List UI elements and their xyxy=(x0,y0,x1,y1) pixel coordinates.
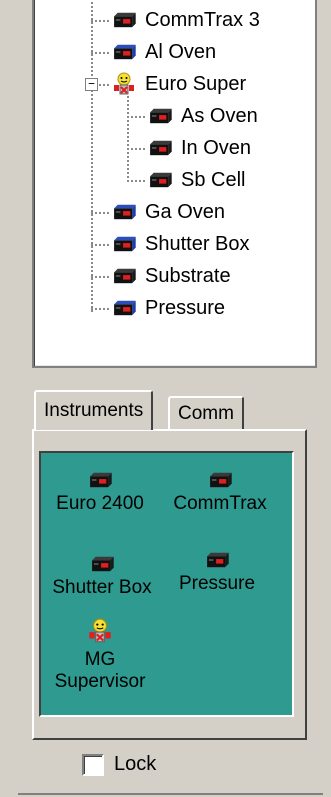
oven-device-icon xyxy=(207,552,229,568)
tree-node-pressure[interactable]: Pressure xyxy=(109,294,225,322)
instrument-pressure[interactable]: Pressure xyxy=(167,543,267,595)
oven-device-icon xyxy=(210,472,232,488)
instrument-mg-supervisor[interactable]: MG Supervisor xyxy=(45,613,155,693)
tab-strip: Instruments Comm xyxy=(32,390,313,430)
supervisor-robot-icon xyxy=(113,72,135,95)
tree-node-as-oven[interactable]: As Oven xyxy=(145,102,258,130)
tree-node-label: Substrate xyxy=(145,265,231,287)
instrument-label: CommTrax xyxy=(173,493,267,514)
tree-connector xyxy=(91,276,109,278)
instrument-label-line1: MG xyxy=(84,649,116,670)
tree-connector xyxy=(91,212,109,214)
tree-node-commtrax-3[interactable]: CommTrax 3 xyxy=(109,6,260,34)
instruments-tab-panel: Euro 2400 CommTrax Shutter Box Pressure … xyxy=(32,429,307,740)
tree-node-ga-oven[interactable]: Ga Oven xyxy=(109,198,225,226)
tree-node-substrate[interactable]: Substrate xyxy=(109,262,231,290)
oven-device-icon xyxy=(114,236,136,252)
tree-connector xyxy=(91,0,93,312)
lock-control[interactable]: Lock xyxy=(82,753,156,776)
tree-connector xyxy=(91,20,109,22)
instrument-palette: Euro 2400 CommTrax Shutter Box Pressure … xyxy=(39,451,294,717)
tree-connector xyxy=(127,116,145,118)
tree-node-label: Ga Oven xyxy=(145,201,226,223)
oven-device-icon xyxy=(114,44,136,60)
tree-connector xyxy=(127,96,129,182)
tree-node-label: Al Oven xyxy=(145,41,217,63)
tree-node-euro-super[interactable]: Euro Super xyxy=(109,70,246,98)
instrument-label: Euro 2400 xyxy=(56,493,144,514)
oven-device-icon xyxy=(114,12,136,28)
device-tree[interactable]: − CommTrax 3 Al Oven Euro Super As Oven … xyxy=(32,0,317,368)
tree-node-in-oven[interactable]: In Oven xyxy=(145,134,251,162)
panel-divider xyxy=(18,793,323,795)
oven-device-icon xyxy=(90,472,112,488)
tree-connector xyxy=(127,148,145,150)
tree-node-label: In Oven xyxy=(181,137,252,159)
oven-device-icon xyxy=(150,140,172,156)
lock-checkbox[interactable] xyxy=(82,753,104,776)
instrument-label-line2: Supervisor xyxy=(54,671,146,692)
tree-node-al-oven[interactable]: Al Oven xyxy=(109,38,216,66)
tab-comm[interactable]: Comm xyxy=(168,396,244,430)
tree-connector xyxy=(91,308,109,310)
tree-node-label: Euro Super xyxy=(145,73,247,95)
tree-node-label: Shutter Box xyxy=(145,233,250,255)
tree-node-sb-cell[interactable]: Sb Cell xyxy=(145,166,245,194)
oven-device-icon xyxy=(114,268,136,284)
tree-connector xyxy=(91,52,109,54)
collapse-toggle[interactable]: − xyxy=(85,78,98,91)
instrument-label: Shutter Box xyxy=(52,577,152,598)
instrument-shutter-box[interactable]: Shutter Box xyxy=(41,547,163,599)
tab-instruments[interactable]: Instruments xyxy=(34,390,154,430)
oven-device-icon xyxy=(150,108,172,124)
oven-device-icon xyxy=(150,172,172,188)
oven-device-icon xyxy=(114,300,136,316)
instrument-commtrax[interactable]: CommTrax xyxy=(167,463,273,515)
tree-connector xyxy=(91,244,109,246)
tree-node-label: CommTrax 3 xyxy=(145,9,260,31)
oven-device-icon xyxy=(92,556,114,572)
supervisor-robot-icon xyxy=(88,618,112,643)
lock-label: Lock xyxy=(114,753,157,775)
tree-node-label: Pressure xyxy=(145,297,226,319)
tree-node-label: As Oven xyxy=(181,105,258,127)
instrument-label: Pressure xyxy=(178,573,256,594)
oven-device-icon xyxy=(114,204,136,220)
instrument-euro-2400[interactable]: Euro 2400 xyxy=(47,463,153,515)
tree-node-shutter-box[interactable]: Shutter Box xyxy=(109,230,250,258)
tree-connector xyxy=(127,180,145,182)
tree-node-label: Sb Cell xyxy=(181,169,246,191)
